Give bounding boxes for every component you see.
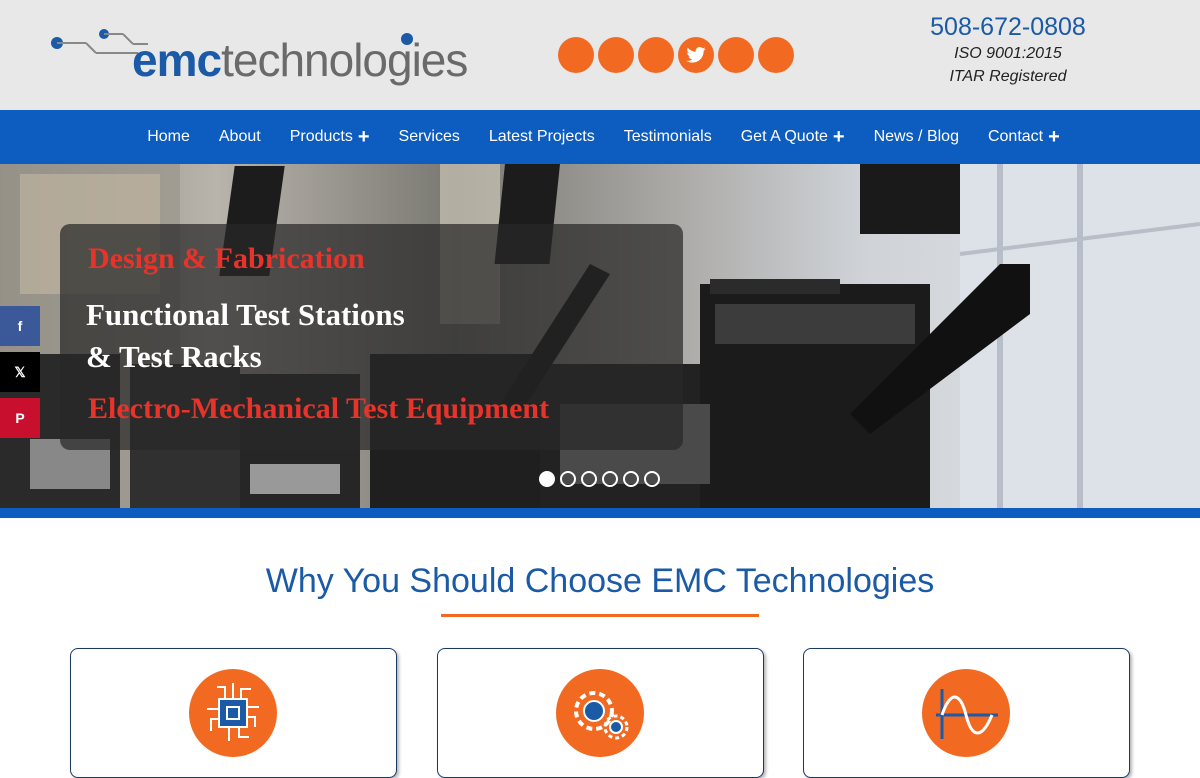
circuit-board-icon xyxy=(189,669,277,757)
slider-dots xyxy=(539,471,660,487)
slider-dot[interactable] xyxy=(581,471,597,487)
nav-item-label: News / Blog xyxy=(873,128,959,145)
slider-dot[interactable] xyxy=(644,471,660,487)
x-icon: 𝕏 xyxy=(14,363,26,380)
nav-item-home[interactable]: Home xyxy=(147,128,190,146)
nav-item-label: Services xyxy=(398,128,460,145)
pinterest-icon: P xyxy=(15,410,25,426)
twitter-link[interactable] xyxy=(678,37,714,73)
feature-card xyxy=(70,648,397,778)
slider-dot[interactable] xyxy=(539,471,555,487)
logo-dot-icon xyxy=(401,33,413,45)
hero-line-design: Design & Fabrication xyxy=(88,242,365,275)
twitter-icon xyxy=(686,47,706,63)
nav-item-label: Latest Projects xyxy=(488,128,595,145)
feature-card xyxy=(437,648,764,778)
iso-certification: ISO 9001:2015 xyxy=(954,45,1062,62)
nav-item-label: Contact xyxy=(987,128,1044,145)
title-underline xyxy=(441,614,759,617)
nav-item-label: Products xyxy=(289,128,353,145)
nav-item-label: Testimonials xyxy=(623,128,712,145)
social-link-1[interactable] xyxy=(558,37,594,73)
nav-item-get-a-quote[interactable]: Get A Quote + xyxy=(740,127,845,147)
facebook-icon: f xyxy=(17,318,23,334)
social-link-2[interactable] xyxy=(598,37,634,73)
slider-dot[interactable] xyxy=(602,471,618,487)
nav-item-about[interactable]: About xyxy=(219,128,261,146)
nav-item-news-blog[interactable]: News / Blog xyxy=(874,128,959,146)
social-links xyxy=(558,37,794,73)
logo-emc-text: emc xyxy=(132,34,222,86)
plus-icon[interactable]: + xyxy=(833,127,845,147)
nav-item-testimonials[interactable]: Testimonials xyxy=(624,128,712,146)
logo-technologies-text: technologies xyxy=(221,34,468,86)
nav-item-products[interactable]: Products + xyxy=(289,127,370,147)
plus-icon[interactable]: + xyxy=(358,127,370,147)
nav-item-services[interactable]: Services xyxy=(399,128,460,146)
nav-item-label: Home xyxy=(147,128,190,145)
section-title: Why You Should Choose EMC Technologies xyxy=(265,562,935,600)
hero-line-racks: & Test Racks xyxy=(86,339,262,374)
social-link-3[interactable] xyxy=(638,37,674,73)
hero-caption: Design & Fabrication Functional Test Sta… xyxy=(60,224,683,450)
phone-number[interactable]: 508-672-0808 xyxy=(908,12,1108,42)
share-sidebar: f 𝕏 P xyxy=(0,306,40,444)
header-contact: 508-672-0808 ISO 9001:2015 ITAR Register… xyxy=(908,12,1108,88)
feature-card xyxy=(803,648,1130,778)
plus-icon[interactable]: + xyxy=(1048,127,1060,147)
social-link-5[interactable] xyxy=(718,37,754,73)
hero-line-equipment: Electro-Mechanical Test Equipment xyxy=(88,392,550,425)
nav-item-label: Get A Quote xyxy=(740,128,828,145)
slider-dot[interactable] xyxy=(560,471,576,487)
site-header: emctechnologies 508-672-0808 ISO 9001:20… xyxy=(0,0,1200,110)
hero-bottom-bar xyxy=(0,508,1200,518)
nav-item-label: About xyxy=(218,128,261,145)
hero-slider: Design & Fabrication Functional Test Sta… xyxy=(0,164,1200,508)
gears-icon xyxy=(556,669,644,757)
facebook-share-button[interactable]: f xyxy=(0,306,40,346)
x-share-button[interactable]: 𝕏 xyxy=(0,352,40,392)
main-nav: Home About Products + Services Latest Pro… xyxy=(0,110,1200,164)
nav-item-latest-projects[interactable]: Latest Projects xyxy=(489,128,595,146)
social-link-6[interactable] xyxy=(758,37,794,73)
slider-dot[interactable] xyxy=(623,471,639,487)
hero-line-stations: Functional Test Stations xyxy=(86,297,405,332)
nav-item-contact[interactable]: Contact + xyxy=(987,127,1060,147)
site-logo[interactable]: emctechnologies xyxy=(48,26,468,86)
itar-registration: ITAR Registered xyxy=(949,68,1067,85)
waveform-icon xyxy=(922,669,1010,757)
pinterest-share-button[interactable]: P xyxy=(0,398,40,438)
